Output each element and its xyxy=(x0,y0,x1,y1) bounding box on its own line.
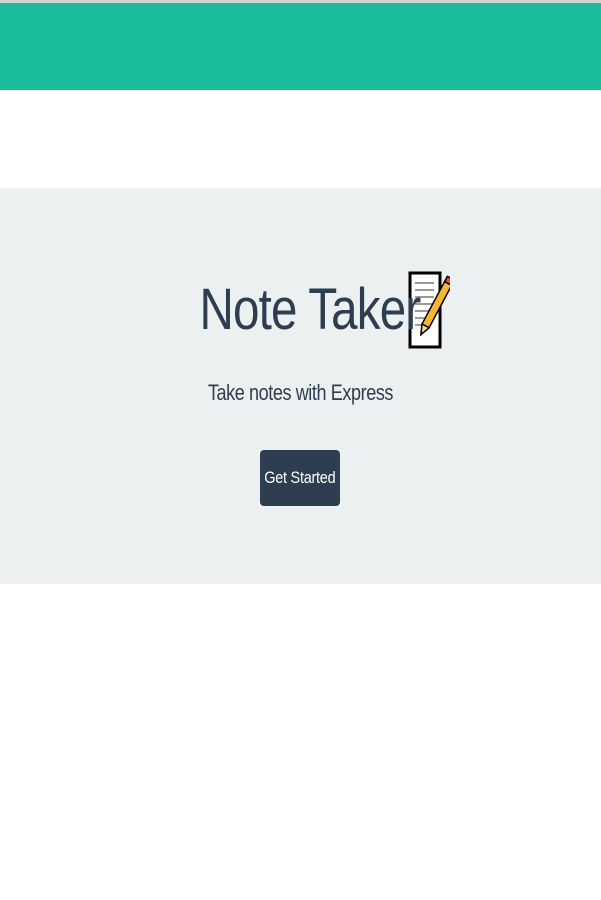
page: Note Taker Take notes with Express Get S… xyxy=(0,0,601,900)
get-started-label: Get Started xyxy=(264,468,336,487)
hero-subtitle: Take notes with Express xyxy=(207,380,394,405)
navbar xyxy=(0,3,601,90)
page-title: Note Taker xyxy=(199,277,421,342)
hero-title-row: Note Taker xyxy=(0,268,601,352)
get-started-button[interactable]: Get Started xyxy=(260,450,340,506)
